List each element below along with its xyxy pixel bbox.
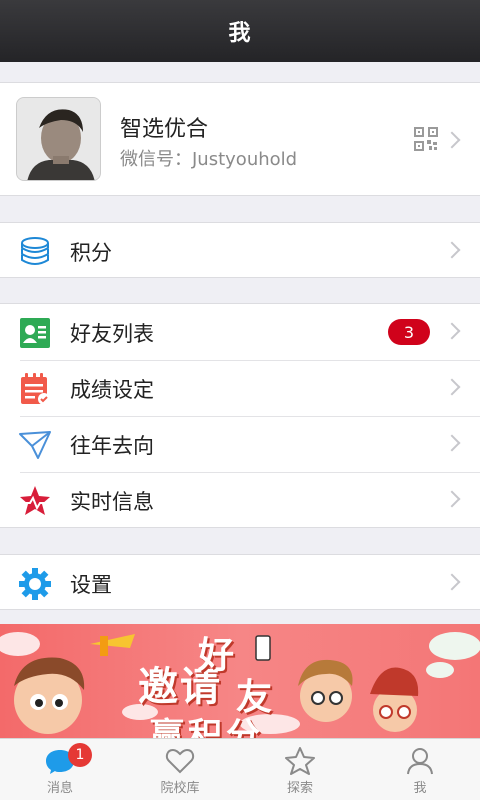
wechat-id: 微信号：Justyouhold bbox=[120, 149, 298, 170]
tab-label: 院校库 bbox=[160, 781, 200, 796]
tab-label: 消息 bbox=[46, 781, 73, 796]
tab-messages[interactable]: 1 消息 bbox=[0, 739, 120, 800]
qrcode-icon[interactable] bbox=[414, 127, 438, 155]
menu-label-friends: 好友列表 bbox=[70, 322, 154, 346]
tab-explore[interactable]: 探索 bbox=[240, 739, 360, 800]
heart-icon bbox=[165, 748, 195, 774]
tab-label: 我 bbox=[413, 781, 427, 796]
avatar[interactable] bbox=[16, 97, 101, 181]
tab-me[interactable]: 我 bbox=[360, 739, 480, 800]
star-icon bbox=[285, 747, 315, 775]
settings-section: 设置 bbox=[0, 554, 480, 610]
tab-label: 探索 bbox=[286, 781, 313, 796]
page-title: 我 bbox=[228, 21, 252, 46]
contact-card-icon bbox=[18, 316, 52, 350]
menu-label-news: 实时信息 bbox=[70, 490, 154, 514]
gear-icon bbox=[18, 567, 52, 601]
chevron-right-icon bbox=[443, 322, 461, 340]
chevron-right-icon bbox=[443, 573, 461, 591]
menu-label-points: 积分 bbox=[70, 241, 112, 265]
menu-label-history: 往年去向 bbox=[70, 434, 154, 458]
notepad-icon bbox=[18, 372, 52, 406]
chevron-right-icon bbox=[443, 434, 461, 452]
star-pulse-icon bbox=[18, 484, 52, 518]
menu-item-settings[interactable]: 设置 bbox=[0, 555, 480, 611]
nav-bar: 我 bbox=[0, 0, 480, 62]
tab-bar: 1 消息 院校库 探索 我 bbox=[0, 738, 480, 800]
menu-item-history[interactable]: 往年去向 bbox=[0, 416, 480, 472]
menu-item-news[interactable]: 实时信息 bbox=[0, 472, 480, 528]
tab-school-library[interactable]: 院校库 bbox=[120, 739, 240, 800]
banner-text-good: 好 bbox=[198, 635, 235, 676]
chevron-right-icon bbox=[443, 490, 461, 508]
coins-icon bbox=[18, 235, 52, 269]
banner-text-win-points: 赢积分 bbox=[150, 716, 264, 738]
chevron-right-icon bbox=[443, 131, 461, 149]
person-icon bbox=[407, 748, 433, 775]
menu-item-scores[interactable]: 成绩设定 bbox=[0, 360, 480, 416]
tab-messages-badge: 1 bbox=[68, 743, 92, 767]
points-section: 积分 bbox=[0, 222, 480, 278]
paper-plane-icon bbox=[18, 428, 52, 462]
menu-item-friends[interactable]: 好友列表 3 bbox=[0, 304, 480, 360]
chevron-right-icon bbox=[443, 378, 461, 396]
menu-label-scores: 成绩设定 bbox=[70, 378, 154, 402]
profile-card[interactable]: 智选优合 微信号：Justyouhold bbox=[0, 82, 480, 196]
profile-name: 智选优合 bbox=[120, 117, 209, 142]
chevron-right-icon bbox=[443, 241, 461, 259]
menu-label-settings: 设置 bbox=[70, 573, 112, 597]
friends-badge: 3 bbox=[388, 319, 430, 345]
invite-banner[interactable]: 邀请 好 友 赢积分 bbox=[0, 624, 480, 738]
menu-group: 好友列表 3 成绩设定 往年去向 实时信息 bbox=[0, 303, 480, 528]
menu-item-points[interactable]: 积分 bbox=[0, 223, 480, 279]
